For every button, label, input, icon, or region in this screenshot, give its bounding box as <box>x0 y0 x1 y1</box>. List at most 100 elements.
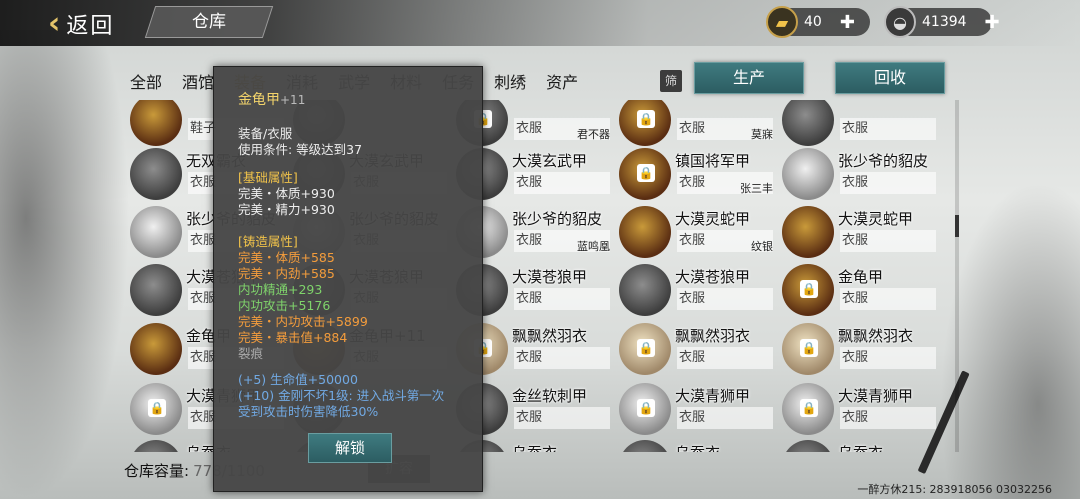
armor-icon <box>782 148 834 200</box>
unlock-button[interactable]: 解锁 <box>308 433 392 463</box>
item-name: 大漠玄武甲 <box>512 152 588 170</box>
item-name: 金龟甲 <box>838 268 884 286</box>
chevron-left-icon: ‹ <box>48 6 61 41</box>
grid-item[interactable]: 大漠灵蛇甲 衣服 <box>782 204 942 260</box>
silver-amount: 41394 <box>922 14 967 30</box>
back-button[interactable]: ‹ 返回 <box>48 6 114 41</box>
tooltip-base-attr: 完美・精力+930 <box>238 202 335 217</box>
grid-item[interactable]: 乌蚕衣 <box>782 438 942 452</box>
item-category: 衣服 <box>840 172 936 194</box>
armor-icon <box>782 440 834 452</box>
lock-icon: 🔒 <box>637 399 655 417</box>
item-name: 镇国将军甲 <box>675 152 751 170</box>
grid-item[interactable]: 🔒 飘飘然羽衣衣服 <box>782 321 942 377</box>
armor-icon <box>130 148 182 200</box>
armor-icon <box>130 323 182 375</box>
scrollbar-thumb[interactable] <box>955 215 959 237</box>
capacity-label: 仓库容量: <box>124 462 190 480</box>
ink-wash-left <box>0 30 130 499</box>
back-label: 返回 <box>66 13 115 39</box>
grid-item[interactable]: 🔒 大漠青狮甲衣服 <box>782 381 942 437</box>
item-category: 衣服 <box>514 347 610 369</box>
item-name: 乌蚕衣 <box>675 442 720 452</box>
produce-button[interactable]: 生产 <box>694 62 804 94</box>
tooltip-forge-attr: 裂痕 <box>238 346 264 361</box>
lock-icon: 🔒 <box>800 339 818 357</box>
item-name: 飘飘然羽衣 <box>675 327 751 345</box>
armor-icon <box>130 440 182 452</box>
grid-item[interactable]: 衣服 <box>782 100 942 148</box>
grid-scrollbar[interactable] <box>955 100 959 452</box>
grid-item[interactable]: 🔒 镇国将军甲 衣服 张三丰 <box>619 146 779 202</box>
silver-ingot-icon: ◒ <box>884 6 916 38</box>
lock-icon: 🔒 <box>800 399 818 417</box>
item-category: 衣服 <box>677 347 773 369</box>
grid-item[interactable]: 🔒 飘飘然羽衣衣服 <box>619 321 779 377</box>
lock-icon: 🔒 <box>637 339 655 357</box>
item-name: 张少爷的貂皮 <box>838 152 929 170</box>
item-tooltip: 金龟甲+11 装备/衣服 使用条件: 等级达到37 [基础属性] 完美・体质+9… <box>213 66 483 492</box>
tooltip-item-title: 金龟甲+11 <box>238 89 305 109</box>
grid-item[interactable]: 大漠灵蛇甲 衣服 纹银 <box>619 204 779 260</box>
lock-icon: 🔒 <box>800 280 818 298</box>
lock-icon: 🔒 <box>637 110 655 128</box>
item-category: 衣服 <box>514 288 610 310</box>
grid-item[interactable]: 🔒 大漠青狮甲衣服 <box>619 381 779 437</box>
tooltip-item-level: +11 <box>280 93 306 107</box>
item-owner: 张三丰 <box>740 182 773 195</box>
page-title-tab: 仓库 <box>144 6 274 38</box>
add-gold-icon[interactable]: ✚ <box>840 12 855 33</box>
tab-assets[interactable]: 资产 <box>546 69 578 93</box>
item-name: 飘飘然羽衣 <box>512 327 588 345</box>
item-name: 张少爷的貂皮 <box>512 210 603 228</box>
gold-currency: ▰ 40 ✚ <box>766 6 870 38</box>
item-category: 衣服 <box>840 347 936 369</box>
grid-item[interactable]: 乌蚕衣 <box>619 438 779 452</box>
tab-tavern[interactable]: 酒馆 <box>182 69 214 93</box>
armor-icon <box>130 100 182 146</box>
item-owner: 纹银 <box>751 240 773 253</box>
armor-icon <box>619 440 671 452</box>
tooltip-requirement: 使用条件: 等级达到37 <box>238 142 363 157</box>
item-category: 衣服 <box>840 118 936 140</box>
gold-ingot-icon: ▰ <box>766 6 798 38</box>
page-title: 仓库 <box>192 12 226 32</box>
item-owner: 莫寐 <box>751 128 773 141</box>
gold-amount: 40 <box>804 14 822 30</box>
item-category: 衣服 <box>840 230 936 252</box>
item-name: 大漠苍狼甲 <box>675 268 751 286</box>
item-name: 大漠灵蛇甲 <box>838 210 914 228</box>
recycle-button[interactable]: 回收 <box>835 62 945 94</box>
item-category: 衣服 <box>677 288 773 310</box>
armor-icon <box>130 206 182 258</box>
item-owner: 君不器 <box>577 128 610 141</box>
lock-icon: 🔒 <box>148 399 166 417</box>
item-category: 衣服 <box>840 288 936 310</box>
grid-item[interactable]: 🔒 金龟甲衣服 <box>782 262 942 318</box>
armor-icon <box>619 206 671 258</box>
item-category: 衣服 <box>514 407 610 429</box>
item-category: 衣服 <box>514 172 610 194</box>
tab-embroidery[interactable]: 刺绣 <box>494 69 526 93</box>
grid-item[interactable]: 🔒 衣服 莫寐 <box>619 100 779 148</box>
grid-item[interactable]: 张少爷的貂皮衣服 <box>782 146 942 202</box>
armor-icon <box>782 206 834 258</box>
add-silver-icon[interactable]: ✚ <box>985 12 1000 33</box>
item-owner: 蓝鸣凰 <box>577 240 610 253</box>
item-name: 飘飘然羽衣 <box>838 327 914 345</box>
tab-all[interactable]: 全部 <box>130 69 162 93</box>
item-name: 金丝软刺甲 <box>512 387 588 405</box>
item-category: 衣服 <box>677 407 773 429</box>
item-name: 大漠苍狼甲 <box>512 268 588 286</box>
armor-icon <box>130 264 182 316</box>
armor-icon <box>619 264 671 316</box>
grid-item[interactable]: 大漠苍狼甲衣服 <box>619 262 779 318</box>
filter-button[interactable]: 筛 <box>660 70 682 92</box>
item-category: 衣服 <box>840 407 936 429</box>
armor-icon <box>782 100 834 146</box>
silver-currency: ◒ 41394 ✚ <box>884 6 1000 38</box>
ink-wash-right <box>940 180 1080 499</box>
item-name: 大漠灵蛇甲 <box>675 210 751 228</box>
item-name: 乌蚕衣 <box>838 442 883 452</box>
tooltip-item-name: 金龟甲 <box>238 92 280 108</box>
